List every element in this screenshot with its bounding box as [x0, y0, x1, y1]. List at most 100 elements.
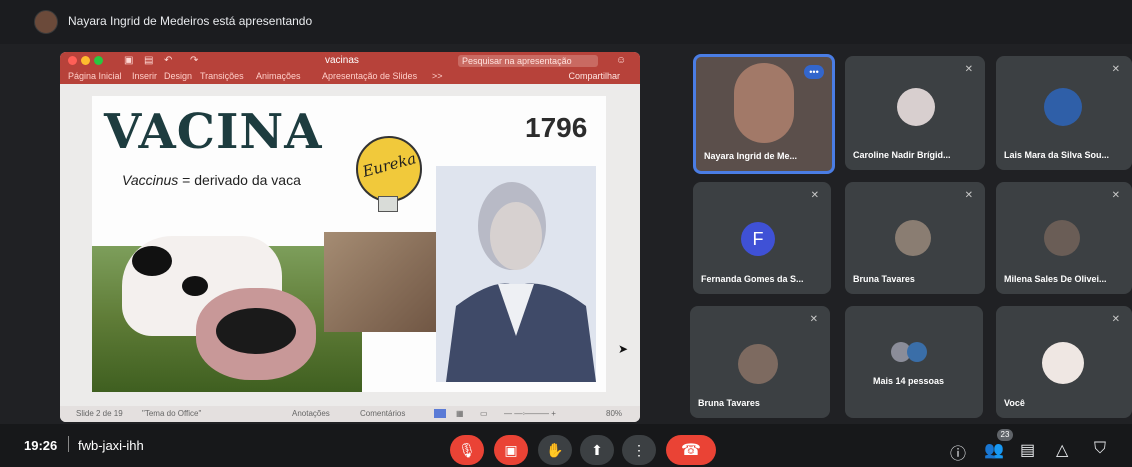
maximize-window-icon[interactable] [94, 56, 103, 65]
avatar [1042, 342, 1084, 384]
presenter-bar: Nayara Ingrid de Medeiros está apresenta… [0, 0, 1132, 44]
save-icon[interactable]: ▤ [144, 55, 153, 66]
more-options-button[interactable]: ⋮ [622, 435, 656, 465]
share-button[interactable]: Compartilhar [568, 71, 620, 81]
participant-tile[interactable]: ••• Nayara Ingrid de Me... [693, 54, 835, 174]
subtitle-rest: = derivado da vaca [178, 172, 301, 188]
avatar [907, 342, 927, 362]
mic-off-icon: ✕ [810, 190, 819, 201]
participant-video [734, 63, 794, 143]
shared-screen: ▣ ▤ ↶ ↷ vacinas Pesquisar na apresentaçã… [60, 52, 640, 422]
more-people-label: Mais 14 pessoas [873, 376, 945, 386]
cow-spot [182, 276, 208, 296]
present-icon: ⬆ [591, 441, 603, 458]
ppt-search-input[interactable]: Pesquisar na apresentação [458, 55, 598, 67]
raise-hand-button[interactable]: ✋ [538, 435, 572, 465]
mic-off-button[interactable]: 🎙 [450, 435, 484, 465]
participant-name: Bruna Tavares [853, 274, 915, 284]
ppt-titlebar: ▣ ▤ ↶ ↷ vacinas Pesquisar na apresentaçã… [60, 52, 640, 70]
close-window-icon[interactable] [68, 56, 77, 65]
slide-title: VACINA [104, 104, 323, 160]
camera-off-button[interactable]: ▣ [494, 435, 528, 465]
phone-icon: ☎ [681, 442, 701, 459]
mic-off-icon: ✕ [1111, 64, 1120, 75]
avatar [897, 88, 935, 126]
minimize-window-icon[interactable] [81, 56, 90, 65]
participant-name: Nayara Ingrid de Me... [704, 151, 798, 161]
tab-transicoes[interactable]: Transições [200, 71, 244, 81]
cow-nose-image [196, 288, 316, 380]
slide-counter: Slide 2 de 19 [76, 409, 123, 418]
participant-tile[interactable]: ✕ Lais Mara da Silva Sou... [996, 56, 1132, 170]
sidebar-toggle-icon[interactable]: ▣ [124, 55, 133, 66]
tab-inserir[interactable]: Inserir [132, 71, 157, 81]
participant-name: Fernanda Gomes da S... [701, 274, 804, 284]
slide-year: 1796 [525, 112, 588, 143]
camera-off-icon: ▣ [504, 441, 518, 458]
subtitle-italic: Vaccinus [122, 172, 179, 188]
cow-spot [132, 246, 172, 276]
participant-name: Milena Sales De Olivei... [1004, 274, 1107, 284]
ppt-status-bar: Slide 2 de 19 "Tema do Office" Anotações… [60, 406, 640, 422]
end-call-button[interactable]: ☎ [666, 435, 716, 465]
reading-view-icon[interactable]: ▭ [480, 409, 488, 418]
mic-off-icon: ✕ [964, 64, 973, 75]
jenner-portrait-image [436, 166, 596, 382]
mic-off-icon: 🎙 [458, 441, 476, 458]
participant-tile[interactable]: ✕ Milena Sales De Olivei... [996, 182, 1132, 294]
theme-name: "Tema do Office" [142, 409, 202, 418]
smallpox-boys-photo [324, 232, 446, 332]
tab-apresentacao[interactable]: Apresentação de Slides [322, 71, 417, 81]
present-button[interactable]: ⬆ [580, 435, 614, 465]
avatar [895, 220, 931, 256]
slide-subtitle: Vaccinus = derivado da vaca [122, 172, 301, 188]
participant-name: Você [1004, 398, 1025, 408]
participant-tile[interactable]: ✕ Bruna Tavares [690, 306, 830, 418]
clock: 19:26 [24, 438, 58, 453]
chat-icon[interactable]: ▤ [1020, 440, 1035, 460]
mic-off-icon: ✕ [809, 314, 818, 325]
activities-icon[interactable]: △ [1056, 440, 1068, 460]
participant-tile[interactable]: ✕ Bruna Tavares [845, 182, 985, 294]
notes-button[interactable]: Anotações [292, 409, 330, 418]
meeting-controls-bar: 19:26 fwb-jaxi-ihh 🎙 ▣ ✋ ⬆ ⋮ ☎ ⓘ 👥 ▤ △ ⛉ [0, 424, 1132, 467]
tab-more[interactable]: >> [432, 71, 443, 81]
slide-canvas: VACINA 1796 Vaccinus = derivado da vaca … [60, 84, 640, 406]
self-tile[interactable]: ✕ Você [996, 306, 1132, 418]
normal-view-icon[interactable] [434, 409, 446, 418]
divider [68, 436, 69, 452]
participant-tile[interactable]: ✕ Caroline Nadir Brígid... [845, 56, 985, 170]
ppt-ribbon-tabs: Página Inicial Inserir Design Transições… [60, 70, 640, 84]
mic-off-icon: ✕ [1111, 314, 1120, 325]
redo-icon[interactable]: ↷ [190, 55, 198, 66]
avatar [1044, 88, 1082, 126]
comments-button[interactable]: Comentários [360, 409, 405, 418]
hand-icon: ✋ [546, 441, 564, 458]
host-controls-icon[interactable]: ⛉ [1094, 440, 1106, 458]
tab-pagina-inicial[interactable]: Página Inicial [68, 71, 122, 81]
zoom-slider[interactable]: — —◦——— + [504, 409, 556, 418]
people-count-badge: 23 [997, 429, 1013, 441]
sorter-view-icon[interactable]: ▦ [456, 409, 464, 418]
cow-nose-spot [216, 308, 296, 354]
tab-animacoes[interactable]: Animações [256, 71, 301, 81]
others-tile[interactable]: Mais 14 pessoas [845, 306, 983, 418]
participant-name: Caroline Nadir Brígid... [853, 150, 951, 160]
account-icon[interactable]: ☺ [616, 55, 626, 66]
mic-off-icon: ✕ [1111, 190, 1120, 201]
zoom-level[interactable]: 80% [606, 409, 622, 418]
presenter-text: Nayara Ingrid de Medeiros está apresenta… [68, 14, 313, 28]
mic-off-icon: ✕ [964, 190, 973, 201]
participant-tile[interactable]: ✕ F Fernanda Gomes da S... [693, 182, 831, 294]
avatar: F [741, 222, 775, 256]
info-icon[interactable]: ⓘ [950, 440, 966, 464]
people-icon[interactable]: 👥 [984, 440, 1004, 460]
more-options-button[interactable]: ••• [804, 65, 824, 79]
presenter-avatar [34, 10, 58, 34]
avatar [1044, 220, 1080, 256]
undo-icon[interactable]: ↶ [164, 55, 172, 66]
ppt-file-name: vacinas [325, 55, 359, 66]
meeting-code: fwb-jaxi-ihh [78, 438, 144, 453]
participant-name: Lais Mara da Silva Sou... [1004, 150, 1110, 160]
tab-design[interactable]: Design [164, 71, 192, 81]
